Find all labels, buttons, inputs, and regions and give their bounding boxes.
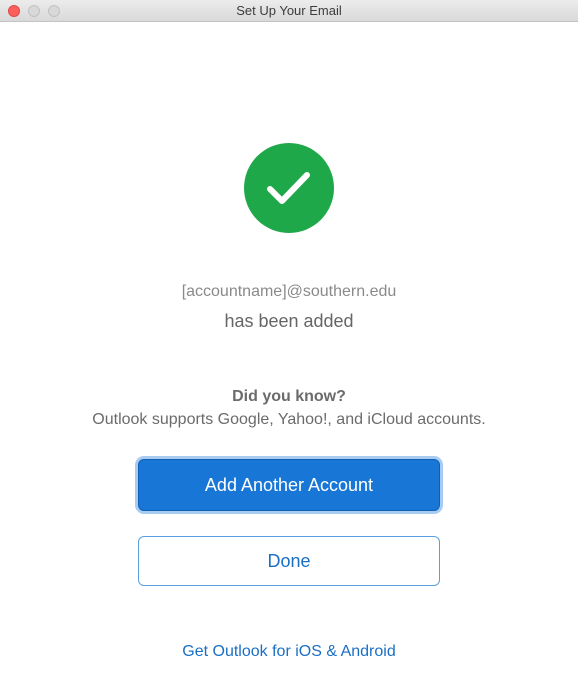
success-checkmark-icon: [244, 143, 334, 233]
done-button[interactable]: Done: [138, 536, 440, 586]
title-bar: Set Up Your Email: [0, 0, 578, 22]
setup-email-window: Set Up Your Email [accountname]@southern…: [0, 0, 578, 696]
get-outlook-mobile-link[interactable]: Get Outlook for iOS & Android: [0, 643, 578, 661]
tip-body: Outlook supports Google, Yahoo!, and iCl…: [92, 411, 486, 428]
window-title: Set Up Your Email: [236, 3, 342, 18]
add-another-account-button[interactable]: Add Another Account: [138, 459, 440, 511]
added-message: has been added: [224, 311, 354, 331]
tip-heading: Did you know?: [232, 388, 346, 405]
account-email: [accountname]@southern.edu: [181, 283, 397, 300]
